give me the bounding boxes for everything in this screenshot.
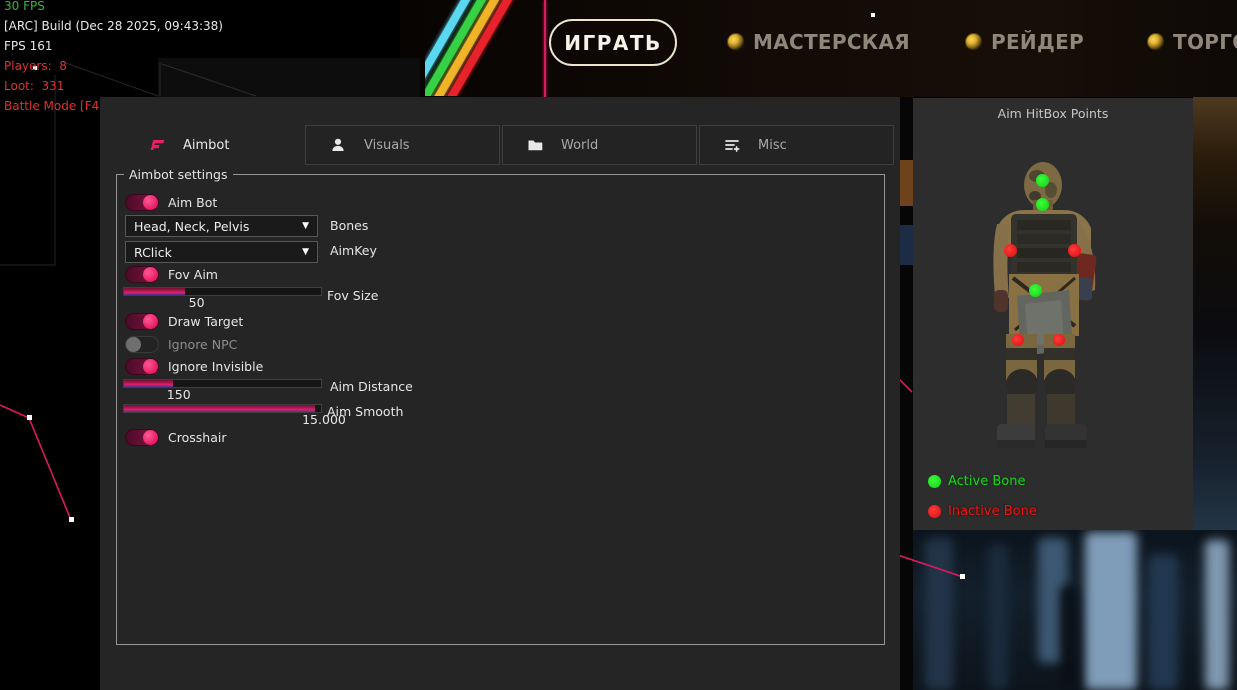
hitbox-point-pelvis[interactable] [1029, 284, 1042, 297]
aimkey-dropdown[interactable]: RClick ▼ [125, 241, 318, 263]
nav-workshop-label: МАСТЕРСКАЯ [753, 30, 910, 54]
fov-aim-row: Fov Aim [125, 266, 159, 283]
inactive-bone-dot-icon [928, 505, 941, 518]
nav-workshop[interactable]: МАСТЕРСКАЯ [727, 30, 910, 54]
toggle-knob [126, 337, 141, 352]
nav-trade-label: ТОРГО [1173, 30, 1237, 54]
folder-icon [527, 137, 543, 153]
aimkey-dropdown-value: RClick [134, 245, 172, 260]
person-icon [330, 137, 346, 153]
nav-trade[interactable]: ТОРГО [1147, 30, 1237, 54]
aim-smooth-label: Aim Smooth [327, 404, 403, 419]
ignore-invisible-toggle[interactable] [125, 358, 159, 375]
bones-dropdown[interactable]: Head, Neck, Pelvis ▼ [125, 215, 318, 237]
hitbox-point-head[interactable] [1036, 174, 1049, 187]
ignore-invisible-row: Ignore Invisible [125, 358, 159, 375]
hud-fps: FPS 161 [4, 36, 223, 56]
aim-smooth-value-wrap: 15.000 [123, 412, 322, 426]
tab-aimbot[interactable]: Aimbot [125, 125, 305, 165]
hitbox-point-left-thigh[interactable] [1012, 334, 1024, 346]
coin-icon [965, 33, 983, 51]
nav-raider[interactable]: РЕЙДЕР [965, 30, 1084, 54]
rainbow-trail [425, 0, 545, 96]
toggle-knob [143, 195, 158, 210]
tab-world-label: World [561, 138, 598, 153]
ignore-invisible-label: Ignore Invisible [168, 359, 263, 374]
aim-bot-row: Aim Bot [125, 194, 159, 211]
aim-bot-toggle[interactable] [125, 194, 159, 211]
dropdown-arrow-icon: ▼ [302, 221, 309, 231]
fov-size-value: 50 [189, 295, 205, 310]
aim-distance-value-wrap: 150 [123, 387, 322, 401]
draw-target-toggle[interactable] [125, 313, 159, 330]
hud-loot-count: Loot: 331 [4, 76, 223, 96]
esp-vertical-line [544, 0, 546, 100]
hud-build-info: [ARC] Build (Dec 28 2025, 09:43:38) [4, 16, 223, 36]
fov-aim-label: Fov Aim [168, 267, 218, 282]
toggle-knob [143, 430, 158, 445]
dropdown-arrow-icon: ▼ [302, 247, 309, 257]
legend-active-bone: Active Bone [928, 474, 1025, 489]
tab-misc[interactable]: Misc [699, 125, 894, 165]
screen: 30 FPS [ARC] Build (Dec 28 2025, 09:43:3… [0, 0, 1237, 690]
toggle-knob [143, 314, 158, 329]
aim-distance-value: 150 [167, 387, 191, 402]
legend-inactive-bone: Inactive Bone [928, 504, 1037, 519]
tab-visuals[interactable]: Visuals [305, 125, 500, 165]
toggle-knob [143, 267, 158, 282]
bones-dropdown-value: Head, Neck, Pelvis [134, 219, 249, 234]
playlist-add-icon [724, 137, 740, 153]
tab-visuals-label: Visuals [364, 138, 410, 153]
crosshair-toggle[interactable] [125, 429, 159, 446]
aim-bot-label: Aim Bot [168, 195, 217, 210]
aimbot-settings-group-title: Aimbot settings [124, 167, 233, 182]
aim-distance-label: Aim Distance [330, 379, 413, 394]
legend-inactive-bone-label: Inactive Bone [948, 504, 1037, 519]
draw-target-label: Draw Target [168, 314, 243, 329]
fov-size-slider-fill [124, 288, 185, 295]
aim-smooth-slider-fill [124, 405, 315, 412]
tab-aimbot-label: Aimbot [183, 138, 229, 153]
crosshair-label: Crosshair [168, 430, 226, 445]
esp-dot [871, 13, 875, 17]
hud-players-count: Players: 8 [4, 56, 223, 76]
hitbox-panel-title: Aim HitBox Points [913, 106, 1193, 121]
aimkey-label: AimKey [330, 243, 377, 258]
hud-fps-counter: 30 FPS [4, 0, 223, 16]
tab-misc-label: Misc [758, 138, 787, 153]
tab-world[interactable]: World [502, 125, 697, 165]
play-button[interactable]: ИГРАТЬ [549, 19, 677, 66]
legend-active-bone-label: Active Bone [948, 474, 1025, 489]
aim-distance-slider-fill [124, 380, 173, 387]
fov-size-value-wrap: 50 [123, 295, 322, 309]
bones-label: Bones [330, 218, 368, 233]
ignore-npc-row: Ignore NPC [125, 336, 159, 353]
draw-target-row: Draw Target [125, 313, 159, 330]
hitbox-point-right-shoulder[interactable] [1068, 244, 1081, 257]
fov-size-label: Fov Size [327, 288, 378, 303]
coin-icon [1147, 33, 1165, 51]
toggle-knob [143, 359, 158, 374]
ignore-npc-label: Ignore NPC [168, 337, 237, 352]
coin-icon [727, 33, 745, 51]
ignore-npc-toggle[interactable] [125, 336, 159, 353]
aimbot-flag-icon [149, 137, 165, 153]
active-bone-dot-icon [928, 475, 941, 488]
hitbox-point-right-thigh[interactable] [1053, 334, 1065, 346]
fov-aim-toggle[interactable] [125, 266, 159, 283]
nav-raider-label: РЕЙДЕР [991, 30, 1084, 54]
crosshair-row: Crosshair [125, 429, 159, 446]
hitbox-point-left-shoulder[interactable] [1004, 244, 1017, 257]
hitbox-point-neck[interactable] [1036, 198, 1049, 211]
